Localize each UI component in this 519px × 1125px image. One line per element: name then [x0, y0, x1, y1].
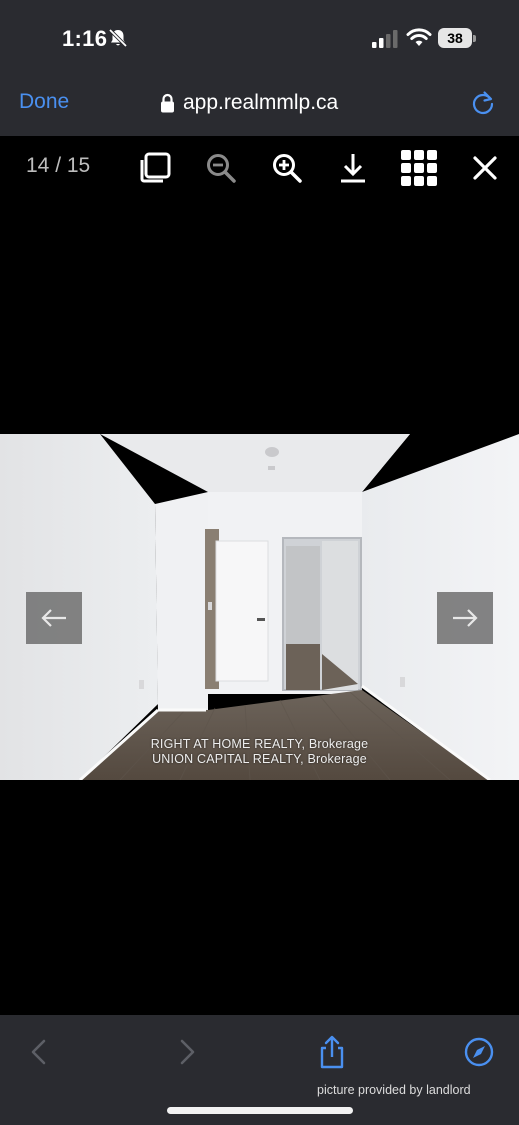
- photo-caption: picture provided by landlord: [317, 1083, 471, 1097]
- browser-toolbar: picture provided by landlord: [0, 1015, 519, 1125]
- grid-icon[interactable]: [401, 150, 437, 186]
- compass-icon[interactable]: [463, 1035, 495, 1069]
- reload-icon[interactable]: [470, 90, 496, 116]
- battery-icon: 38: [438, 28, 476, 48]
- download-icon[interactable]: [335, 150, 371, 186]
- image-counter: 14 / 15: [26, 154, 91, 177]
- cellular-signal-icon: [372, 30, 398, 48]
- listing-photo: RIGHT AT HOME REALTY, Brokerage UNION CA…: [0, 434, 519, 780]
- battery-level: 38: [438, 28, 472, 48]
- close-icon[interactable]: [467, 150, 503, 186]
- previous-image-button[interactable]: [26, 592, 82, 644]
- watermark-line-2: UNION CAPITAL REALTY, Brokerage: [152, 752, 367, 766]
- share-icon[interactable]: [316, 1035, 348, 1069]
- status-time: 1:16: [62, 26, 108, 51]
- chevron-right-icon[interactable]: [170, 1035, 202, 1069]
- photo-viewer: 14 / 15 RIGHT AT HOME REALTY, Brokerage …: [0, 136, 519, 1015]
- done-button[interactable]: Done: [19, 90, 69, 114]
- copy-icon[interactable]: [137, 150, 173, 186]
- zoom-in-icon[interactable]: [269, 150, 305, 186]
- arrow-left-icon: [41, 609, 66, 627]
- watermark-line-1: RIGHT AT HOME REALTY, Brokerage: [150, 737, 369, 751]
- wifi-icon: [406, 28, 432, 46]
- home-indicator[interactable]: [167, 1107, 353, 1114]
- arrow-right-icon: [453, 609, 478, 627]
- browser-header: 1:16 38 Done app.realmmlp.ca: [0, 0, 519, 136]
- bell-slash-icon: [108, 28, 128, 48]
- url-bar[interactable]: app.realmmlp.ca: [160, 88, 338, 118]
- next-image-button[interactable]: [437, 592, 493, 644]
- url-text: app.realmmlp.ca: [183, 91, 339, 114]
- chevron-left-icon[interactable]: [24, 1035, 56, 1069]
- zoom-out-icon[interactable]: [203, 150, 239, 186]
- lock-icon: [161, 93, 174, 113]
